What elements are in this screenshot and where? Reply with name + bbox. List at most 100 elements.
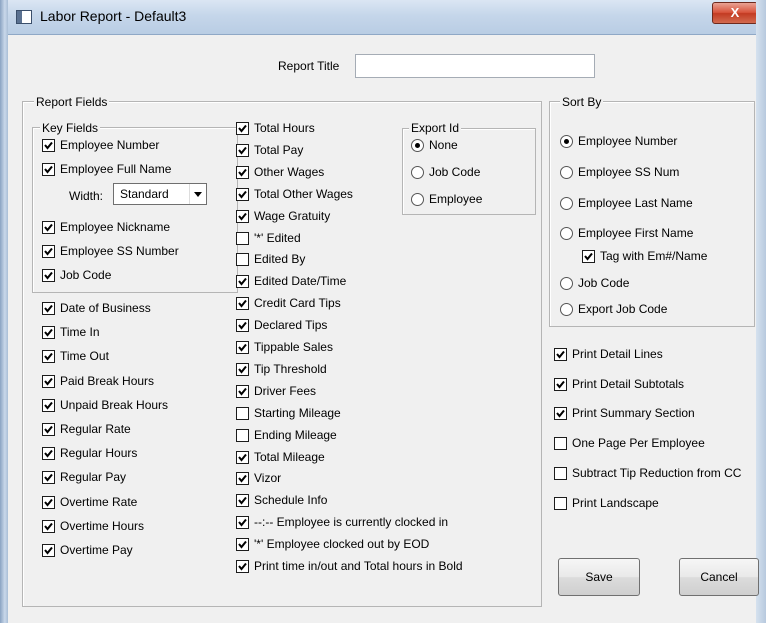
report-title-input[interactable] <box>355 54 595 78</box>
checkbox-box[interactable] <box>42 350 55 364</box>
export-id-title: Export Id <box>409 121 462 135</box>
checkbox-box[interactable] <box>554 407 567 421</box>
checkbox-box[interactable] <box>236 494 249 508</box>
checkbox-box[interactable] <box>42 139 55 152</box>
checkmark-icon <box>44 223 53 232</box>
radio-circle[interactable] <box>560 227 573 240</box>
checkbox-box[interactable] <box>42 269 55 282</box>
checkmark-icon <box>44 141 53 150</box>
radio-label: Job Code <box>429 165 481 179</box>
checkbox-label: Print Landscape <box>572 495 659 510</box>
radio-circle[interactable] <box>411 166 424 179</box>
checkbox-box[interactable] <box>42 163 55 176</box>
close-button[interactable]: X <box>712 2 758 24</box>
checkbox-box[interactable] <box>236 341 249 354</box>
checkmark-icon <box>44 165 53 174</box>
checkbox-label: Declared Tips <box>254 318 328 333</box>
width-select[interactable]: Standard <box>113 183 207 205</box>
checkbox-label: Unpaid Break Hours <box>60 397 169 412</box>
checkbox-box[interactable] <box>554 377 567 391</box>
checkbox-box[interactable] <box>42 423 55 436</box>
checkmark-icon <box>238 321 247 330</box>
checkbox-box[interactable] <box>236 406 249 420</box>
checkbox-box[interactable] <box>236 319 249 333</box>
checkbox-box[interactable] <box>236 143 249 157</box>
checkbox-box[interactable] <box>236 428 249 442</box>
checkmark-icon <box>238 497 247 505</box>
checkbox-box[interactable] <box>42 519 55 533</box>
checkmark-icon <box>44 474 53 482</box>
checkbox-box[interactable] <box>42 374 55 388</box>
checkbox-box[interactable] <box>236 384 249 398</box>
checkbox-box[interactable] <box>554 496 567 510</box>
radio-circle[interactable] <box>411 193 424 206</box>
checkbox-box[interactable] <box>42 471 55 485</box>
checkbox-box[interactable] <box>236 165 249 179</box>
checkbox-label: Wage Gratuity <box>254 208 331 223</box>
checkbox-label: --:-- Employee is currently clocked in <box>254 515 449 530</box>
checkmark-icon <box>44 450 53 458</box>
checkbox-box[interactable] <box>236 297 249 311</box>
checkbox-box[interactable] <box>42 302 55 315</box>
checkmark-icon <box>238 365 247 374</box>
checkbox-label: Regular Pay <box>60 470 127 485</box>
radio-circle[interactable] <box>560 197 573 210</box>
checkbox-box[interactable] <box>42 221 55 234</box>
checkbox-label: Other Wages <box>254 164 325 179</box>
checkbox-label: Overtime Rate <box>60 494 138 509</box>
checkbox-label: Employee Full Name <box>60 162 172 176</box>
radio-label: Export Job Code <box>578 302 668 316</box>
checkbox-box[interactable] <box>236 472 249 486</box>
checkmark-icon <box>556 380 565 389</box>
checkbox-box[interactable] <box>236 231 249 245</box>
checkbox-box[interactable] <box>554 437 567 451</box>
radio-circle[interactable] <box>560 135 573 148</box>
checkbox-label: Starting Mileage <box>254 405 341 420</box>
checkbox-box[interactable] <box>236 187 249 201</box>
chevron-down-icon[interactable] <box>189 184 206 204</box>
checkbox-box[interactable] <box>236 560 249 573</box>
checkbox-box[interactable] <box>42 544 55 557</box>
checkbox-label: Employee SS Number <box>60 244 179 258</box>
checkbox-box[interactable] <box>554 348 567 361</box>
checkbox-label: Overtime Hours <box>60 518 145 533</box>
checkbox-label: Tip Threshold <box>254 361 327 376</box>
checkbox-label: Total Hours <box>254 121 315 135</box>
checkbox-box[interactable] <box>236 538 249 552</box>
checkbox-box[interactable] <box>582 250 595 263</box>
checkbox-box[interactable] <box>236 209 249 223</box>
sort-by-title: Sort By <box>560 95 604 109</box>
dialog-client-area: Report Title Report Fields Key Fields Em… <box>8 35 759 623</box>
checkmark-icon <box>238 343 247 352</box>
checkbox-label: '*' Employee clocked out by EOD <box>254 537 430 552</box>
window-frame-right <box>756 0 766 623</box>
radio-circle[interactable] <box>560 166 573 179</box>
cancel-button[interactable]: Cancel <box>679 558 759 596</box>
checkbox-label: Total Mileage <box>254 449 325 464</box>
checkmark-icon <box>238 212 247 221</box>
checkbox-box[interactable] <box>236 516 249 530</box>
checkbox-label: Time In <box>60 325 100 340</box>
checkmark-icon <box>44 304 53 313</box>
save-button[interactable]: Save <box>558 558 640 596</box>
radio-circle[interactable] <box>560 303 573 316</box>
checkbox-box[interactable] <box>42 398 55 412</box>
checkbox-box[interactable] <box>236 450 249 464</box>
checkbox-box[interactable] <box>554 466 567 480</box>
checkbox-label: Subtract Tip Reduction from CC <box>572 465 742 480</box>
checkbox-box[interactable] <box>236 122 249 135</box>
radio-circle[interactable] <box>560 277 573 290</box>
title-bar[interactable]: Labor Report - Default3 X <box>0 0 766 35</box>
checkbox-box[interactable] <box>42 245 55 258</box>
checkbox-box[interactable] <box>236 275 249 289</box>
checkbox-box[interactable] <box>42 495 55 509</box>
radio-circle[interactable] <box>411 139 424 152</box>
radio-label: Employee First Name <box>578 226 694 240</box>
checkmark-icon <box>238 519 247 527</box>
checkbox-label: Edited Date/Time <box>254 274 347 289</box>
checkmark-icon <box>238 540 247 549</box>
checkbox-box[interactable] <box>42 447 55 461</box>
checkbox-box[interactable] <box>236 253 249 267</box>
checkbox-box[interactable] <box>236 362 249 376</box>
checkbox-box[interactable] <box>42 326 55 340</box>
